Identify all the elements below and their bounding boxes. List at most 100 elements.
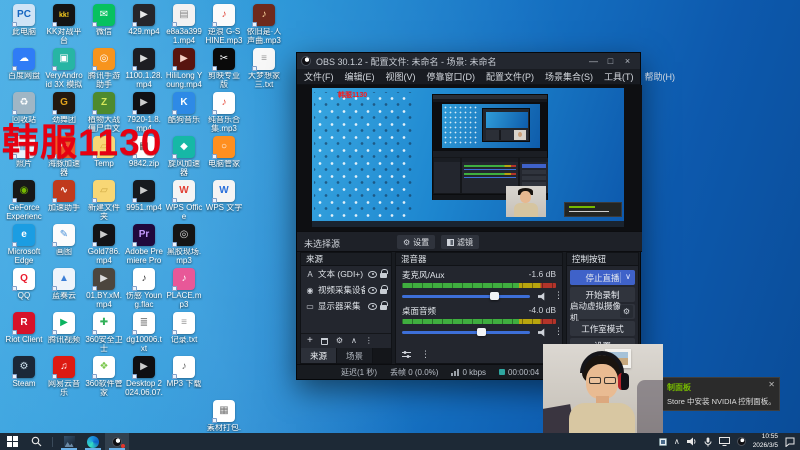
source-properties-button[interactable]: ⚙ [336,337,343,345]
desktop-icon[interactable]: ☁ 百度网盘 [4,46,44,90]
speaker-icon[interactable] [538,328,545,337]
desktop-icon[interactable]: ❖ 360软件管家 [84,354,124,398]
maximize-button[interactable]: □ [602,53,619,69]
control-button-3[interactable]: 工作室模式 [570,321,635,336]
desktop-icon[interactable]: ♪ PLACE.mp3 [164,266,204,310]
desktop-icon[interactable]: ▶ Desktop 2024.06.07.mp4 [124,354,164,398]
menu-item-5[interactable]: 场景集合(S) [545,70,593,83]
gear-icon[interactable]: ⚙ [620,305,633,318]
taskbar-edge-app[interactable] [81,433,105,450]
display-icon[interactable] [718,437,730,446]
desktop-icon[interactable]: ✚ 360安全卫士 [84,310,124,354]
control-button-2[interactable]: 启动虚拟摄像机 ⚙ [570,301,635,323]
desktop-icon[interactable]: ≡ 大梦想家三.txt [244,46,284,90]
desktop-icon[interactable]: ≡ 记录.txt [164,310,204,354]
desktop-icon[interactable]: ✂ 剪映专业版 [204,46,244,90]
desktop-icon[interactable]: W WPS 文字 [204,178,244,222]
source-row[interactable]: ◉ 视频采集设备 [301,282,391,298]
source-filters-button[interactable]: 滤镜 [441,235,479,249]
desktop-icon[interactable]: ▱ 新建文件夹 [84,178,124,222]
microphone-icon[interactable] [704,437,712,447]
desktop-icon[interactable]: ▶ HiliLong Young.mp4 [164,46,204,90]
speaker-icon[interactable] [538,292,545,301]
desktop-icon[interactable]: ◆ 旋风加速器 [164,134,204,178]
start-button[interactable] [0,433,24,450]
menu-item-1[interactable]: 编辑(E) [345,70,375,83]
desktop-icon[interactable]: ▦ 素材打包.zip [204,398,244,432]
desktop-icon[interactable]: ✉ 微信 [84,2,124,46]
menu-item-6[interactable]: 工具(T) [604,70,634,83]
source-settings-button[interactable]: ⚙ 设置 [397,235,436,249]
visibility-icon[interactable] [368,286,377,294]
desktop-icon[interactable]: kk! KK对战平台 [44,2,84,46]
sources-more-button[interactable]: ⋮ [365,337,373,345]
lock-icon[interactable] [380,285,388,294]
taskbar-search-button[interactable] [24,433,48,450]
volume-icon[interactable] [686,437,697,446]
desktop-icon[interactable]: ✎ 画图 [44,222,84,266]
desktop-icon[interactable]: ♪ 纯音乐合集.mp3 [204,90,244,134]
desktop-icon[interactable]: ◎ 腾讯手游助手 [84,46,124,90]
desktop-icon[interactable]: ∿ 加速助手 [44,178,84,222]
show-hidden-icons-chevron[interactable]: ∧ [674,437,680,446]
channel-options-icon[interactable]: ⋮ [554,326,563,337]
desktop-icon[interactable]: ◉ GeForce Experience [4,178,44,222]
menu-item-0[interactable]: 文件(F) [304,70,334,83]
menu-item-7[interactable]: 帮助(H) [645,70,676,83]
desktop-icon[interactable]: ▶ 9951.mp4 [124,178,164,222]
taskbar-obs-app[interactable] [105,433,129,450]
desktop-icon[interactable]: ♪ 逆浪 G-SHINE.mp3 [204,2,244,46]
volume-slider[interactable]: ⋮ [402,326,563,338]
desktop-icon[interactable]: PC 此电脑 [4,2,44,46]
desktop-icon[interactable]: Q QQ [4,266,44,310]
slider-handle[interactable] [490,292,500,300]
desktop-icon[interactable]: ♪ 伤感 Young.flac [124,266,164,310]
desktop-icon[interactable]: W WPS Office [164,178,204,222]
dock-tab-1[interactable]: 场景 [337,348,373,363]
add-source-button[interactable]: + [307,336,313,346]
obs-tray-icon[interactable] [736,437,746,446]
remove-source-button[interactable] [320,337,328,345]
mixer-more-button[interactable]: ⋮ [421,349,430,360]
menu-item-4[interactable]: 配置文件(P) [486,70,534,83]
desktop-icon[interactable]: ▶ 腾讯视频 [44,310,84,354]
desktop-icon[interactable]: ◎ 黑胶现场.mp3 [164,222,204,266]
desktop-icon[interactable]: ▶ 1100.1.28.mp4 [124,46,164,90]
lock-icon[interactable] [380,269,388,278]
dock-tab-0[interactable]: 来源 [301,348,337,363]
close-button[interactable]: × [619,53,636,69]
volume-slider[interactable]: ⋮ [402,290,563,302]
visibility-icon[interactable] [368,302,377,310]
chevron-down-icon[interactable]: ∨ [625,272,631,281]
channel-options-icon[interactable]: ⋮ [554,290,563,301]
taskbar-photos-app[interactable] [57,433,81,450]
desktop-icon[interactable]: ▶ Gold786.mp4 [84,222,124,266]
slider-handle[interactable] [477,328,487,336]
desktop-icon[interactable]: ▶ 01.BY.xM.mp4 [84,266,124,310]
desktop-icon[interactable]: ▤ e8a3a3991.mp4 [164,2,204,46]
menu-item-3[interactable]: 停靠窗口(D) [427,70,476,83]
source-row[interactable]: A 文本 (GDI+) [301,266,391,282]
tray-app-icon[interactable] [659,437,667,446]
menu-item-2[interactable]: 视图(V) [386,70,416,83]
lock-icon[interactable] [380,301,388,310]
desktop-icon[interactable]: e Microsoft Edge [4,222,44,266]
minimize-button[interactable]: — [585,53,602,69]
toast-close-icon[interactable]: ✕ [768,380,775,389]
desktop-icon[interactable]: Pr Adobe Premiere Pro [124,222,164,266]
action-center-icon[interactable] [785,437,795,447]
control-button-0[interactable]: 停止直播 ∨ [570,270,635,285]
advanced-audio-icon[interactable] [402,351,411,358]
desktop-icon[interactable]: ▶ 429.mp4 [124,2,164,46]
move-source-up-button[interactable]: ∧ [351,337,357,345]
desktop-icon[interactable]: ▲ 蓝奏云 [44,266,84,310]
desktop-icon[interactable]: ≣ dg10006.txt [124,310,164,354]
desktop-icon[interactable]: R Riot Client [4,310,44,354]
obs-preview-canvas[interactable]: 韩服1130 [297,85,642,231]
obs-titlebar[interactable]: OBS 30.1.2 - 配置文件: 未命名 - 场景: 未命名 — □ × [297,53,640,69]
desktop-icon[interactable]: K 酷狗音乐 [164,90,204,134]
desktop-icon[interactable]: ▣ VeryAndroid 3X 模拟器 [44,46,84,90]
desktop-icon[interactable]: ♪ 依旧是·人声曲.mp3 [244,2,284,46]
desktop-icon[interactable]: ⚙ Steam [4,354,44,398]
taskbar-clock[interactable]: 10:55 2026/3/5 [753,433,778,449]
